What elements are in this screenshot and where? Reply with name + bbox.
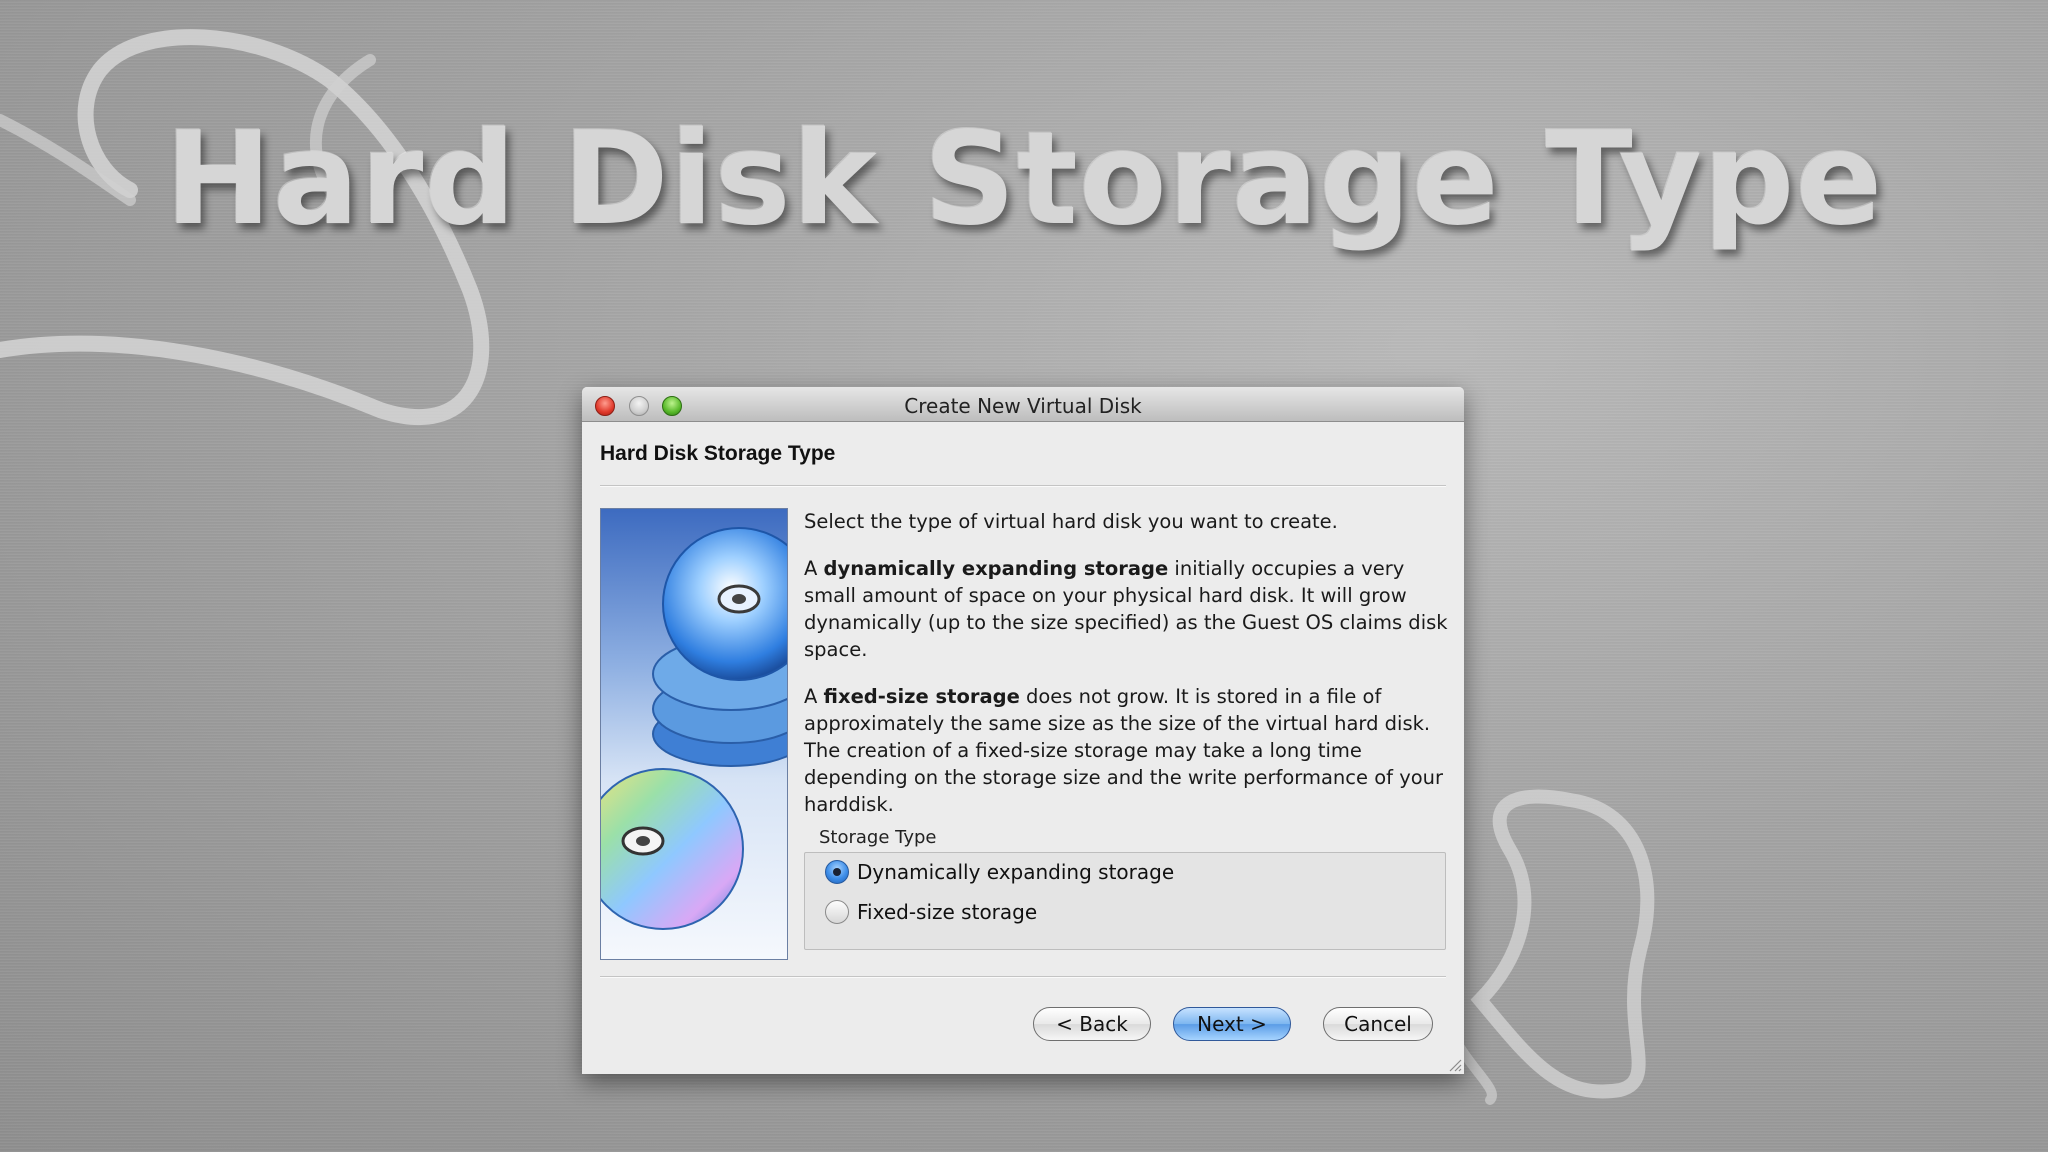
next-button[interactable]: Next > bbox=[1173, 1007, 1291, 1041]
header-divider bbox=[600, 485, 1446, 487]
description-text: Select the type of virtual hard disk you… bbox=[804, 508, 1454, 838]
dynamic-storage-description: A dynamically expanding storage initiall… bbox=[804, 557, 1448, 661]
radio-fixed-storage[interactable]: Fixed-size storage bbox=[825, 900, 1037, 924]
radio-button-selected[interactable] bbox=[825, 860, 849, 884]
window-title: Create New Virtual Disk bbox=[904, 394, 1142, 418]
radio-fixed-label[interactable]: Fixed-size storage bbox=[857, 900, 1037, 924]
radio-dynamic-storage[interactable]: Dynamically expanding storage bbox=[825, 860, 1174, 884]
storage-type-group: Dynamically expanding storage Fixed-size… bbox=[804, 852, 1446, 950]
window-titlebar[interactable]: Create New Virtual Disk bbox=[582, 387, 1464, 422]
radio-dynamic-label[interactable]: Dynamically expanding storage bbox=[857, 860, 1174, 884]
intro-text: Select the type of virtual hard disk you… bbox=[804, 510, 1338, 533]
fixed-storage-description: A fixed-size storage does not grow. It i… bbox=[804, 685, 1444, 816]
disk-stack-icon bbox=[601, 527, 787, 930]
footer-divider bbox=[600, 976, 1446, 978]
disk-banner-image bbox=[600, 508, 788, 960]
radio-button-unselected[interactable] bbox=[825, 900, 849, 924]
resize-grip-icon[interactable] bbox=[1446, 1056, 1462, 1072]
page-heading: Hard Disk Storage Type bbox=[600, 442, 836, 465]
slide-title: Hard Disk Storage Type bbox=[164, 105, 1884, 254]
cancel-button[interactable]: Cancel bbox=[1323, 1007, 1433, 1041]
back-button[interactable]: < Back bbox=[1033, 1007, 1151, 1041]
storage-type-label: Storage Type bbox=[819, 827, 937, 848]
create-virtual-disk-dialog: Create New Virtual Disk Hard Disk Storag… bbox=[582, 387, 1464, 1074]
